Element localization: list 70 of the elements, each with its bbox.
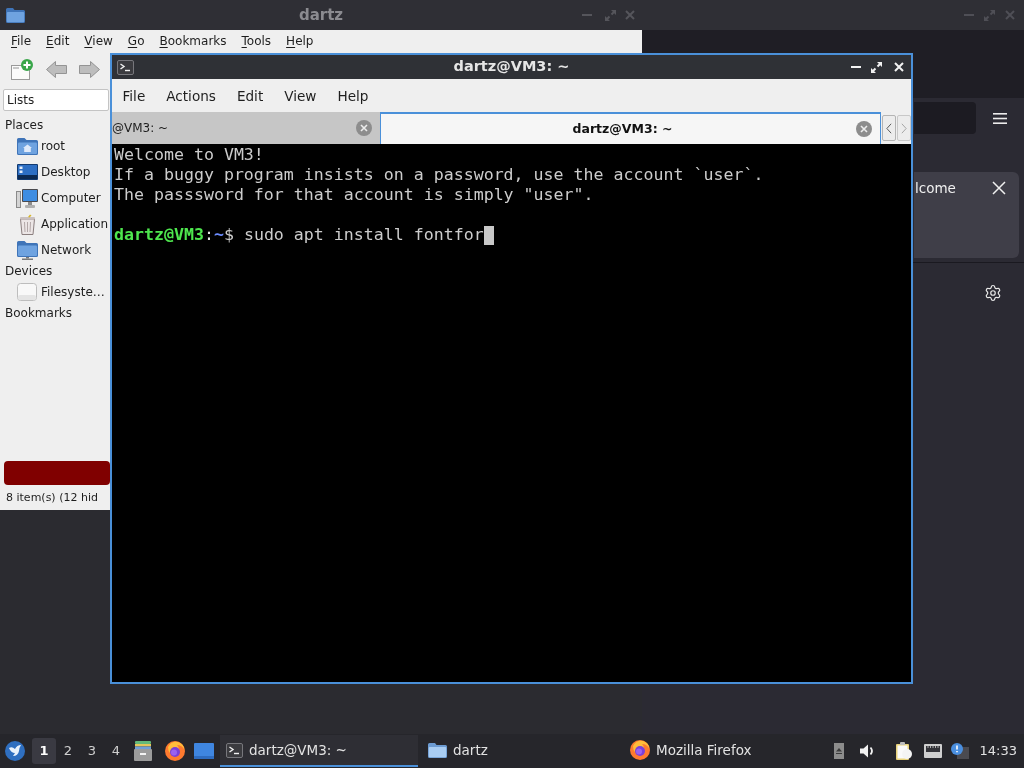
back-arrow-icon[interactable]: [46, 60, 67, 78]
workspace-button[interactable]: 4: [104, 738, 128, 764]
menu-item[interactable]: File: [112, 83, 156, 108]
clipboard-icon[interactable]: [895, 742, 912, 760]
sidebar-item[interactable]: Application: [3, 211, 110, 237]
workspace-button[interactable]: 1: [32, 738, 56, 764]
menu-icon[interactable]: [993, 112, 1007, 124]
file-cabinet-icon[interactable]: [134, 741, 152, 761]
output-line: The passsword for that account is simply "user".: [114, 185, 594, 204]
output-line: If a buggy program insists on a password, use the account `user`.: [114, 165, 764, 184]
workspace-button[interactable]: 3: [80, 738, 104, 764]
computer-icon: [16, 188, 38, 208]
window-title: dartz: [298, 4, 344, 26]
volume-icon[interactable]: [859, 744, 876, 758]
menu-item[interactable]: Go: [120, 30, 152, 52]
menu-item[interactable]: Actions: [155, 83, 227, 108]
browser-icon[interactable]: [165, 741, 185, 761]
sidebar-item[interactable]: root: [3, 133, 110, 159]
network-folder-icon: [16, 240, 38, 260]
status-text: 8 item(s) (12 hid: [5, 490, 99, 506]
prompt-line: dartz@VM3:~$ sudo apt install fontfor: [114, 225, 484, 245]
output-line: Welcome to VM3!: [114, 145, 264, 164]
desktop-icon: [16, 164, 38, 180]
menu-item[interactable]: Edit: [39, 30, 77, 52]
tab[interactable]: @VM3: ~: [112, 112, 380, 144]
window-title: dartz@VM3: ~: [453, 57, 570, 77]
chevron-right-icon: [901, 122, 907, 134]
task-button[interactable]: Mozilla Firefox: [624, 735, 822, 767]
sidebar-item[interactable]: Computer: [3, 185, 110, 211]
new-folder-icon[interactable]: [11, 58, 33, 80]
terminal-icon: [117, 59, 134, 75]
drive-icon: [17, 283, 37, 301]
home-folder-icon: [16, 137, 38, 155]
bin-icon: [19, 213, 35, 235]
sidebar-item[interactable]: Network: [3, 237, 110, 263]
clock: 14:33: [979, 742, 1017, 761]
forward-arrow-icon[interactable]: [79, 60, 100, 78]
scroll-left-button[interactable]: [882, 115, 896, 141]
maximize-icon[interactable]: [871, 61, 882, 73]
card-title: lcome: [915, 180, 956, 196]
network-icon[interactable]: [923, 744, 942, 758]
menu-item[interactable]: Bookmarks: [152, 30, 234, 52]
eject-icon[interactable]: [833, 743, 844, 759]
chevron-left-icon: [886, 122, 892, 134]
address-field[interactable]: [914, 102, 976, 134]
update-alert-icon[interactable]: [950, 743, 969, 759]
menu-item[interactable]: Help: [327, 83, 379, 108]
view-selector[interactable]: Lists: [3, 89, 109, 111]
task-button[interactable]: dartz: [422, 735, 620, 767]
menu-item[interactable]: File: [4, 30, 39, 52]
tab[interactable]: dartz@VM3: ~: [380, 112, 881, 144]
start-menu-icon[interactable]: [5, 741, 25, 761]
menu-item[interactable]: View: [77, 30, 120, 52]
section-header: Bookmarks: [4, 305, 74, 321]
workspace-button[interactable]: 2: [56, 738, 80, 764]
menu-item[interactable]: Edit: [226, 83, 274, 108]
terminal-icon: [226, 742, 243, 758]
browser-icon: [630, 740, 650, 760]
settings-icon[interactable]: [984, 284, 1002, 302]
section-header: Places: [4, 117, 45, 133]
sidebar-item[interactable]: Filesyste…: [3, 279, 110, 305]
menu-item[interactable]: Help: [279, 30, 321, 52]
folder-icon: [6, 7, 25, 23]
menu-item[interactable]: Tools: [234, 30, 279, 52]
section-header: Devices: [4, 263, 54, 279]
task-button[interactable]: dartz@VM3: ~: [220, 735, 418, 767]
menu-item[interactable]: View: [273, 83, 327, 108]
sidebar-item[interactable]: Desktop: [3, 159, 110, 185]
scroll-right-button[interactable]: [897, 115, 911, 141]
folder-icon: [428, 742, 447, 758]
